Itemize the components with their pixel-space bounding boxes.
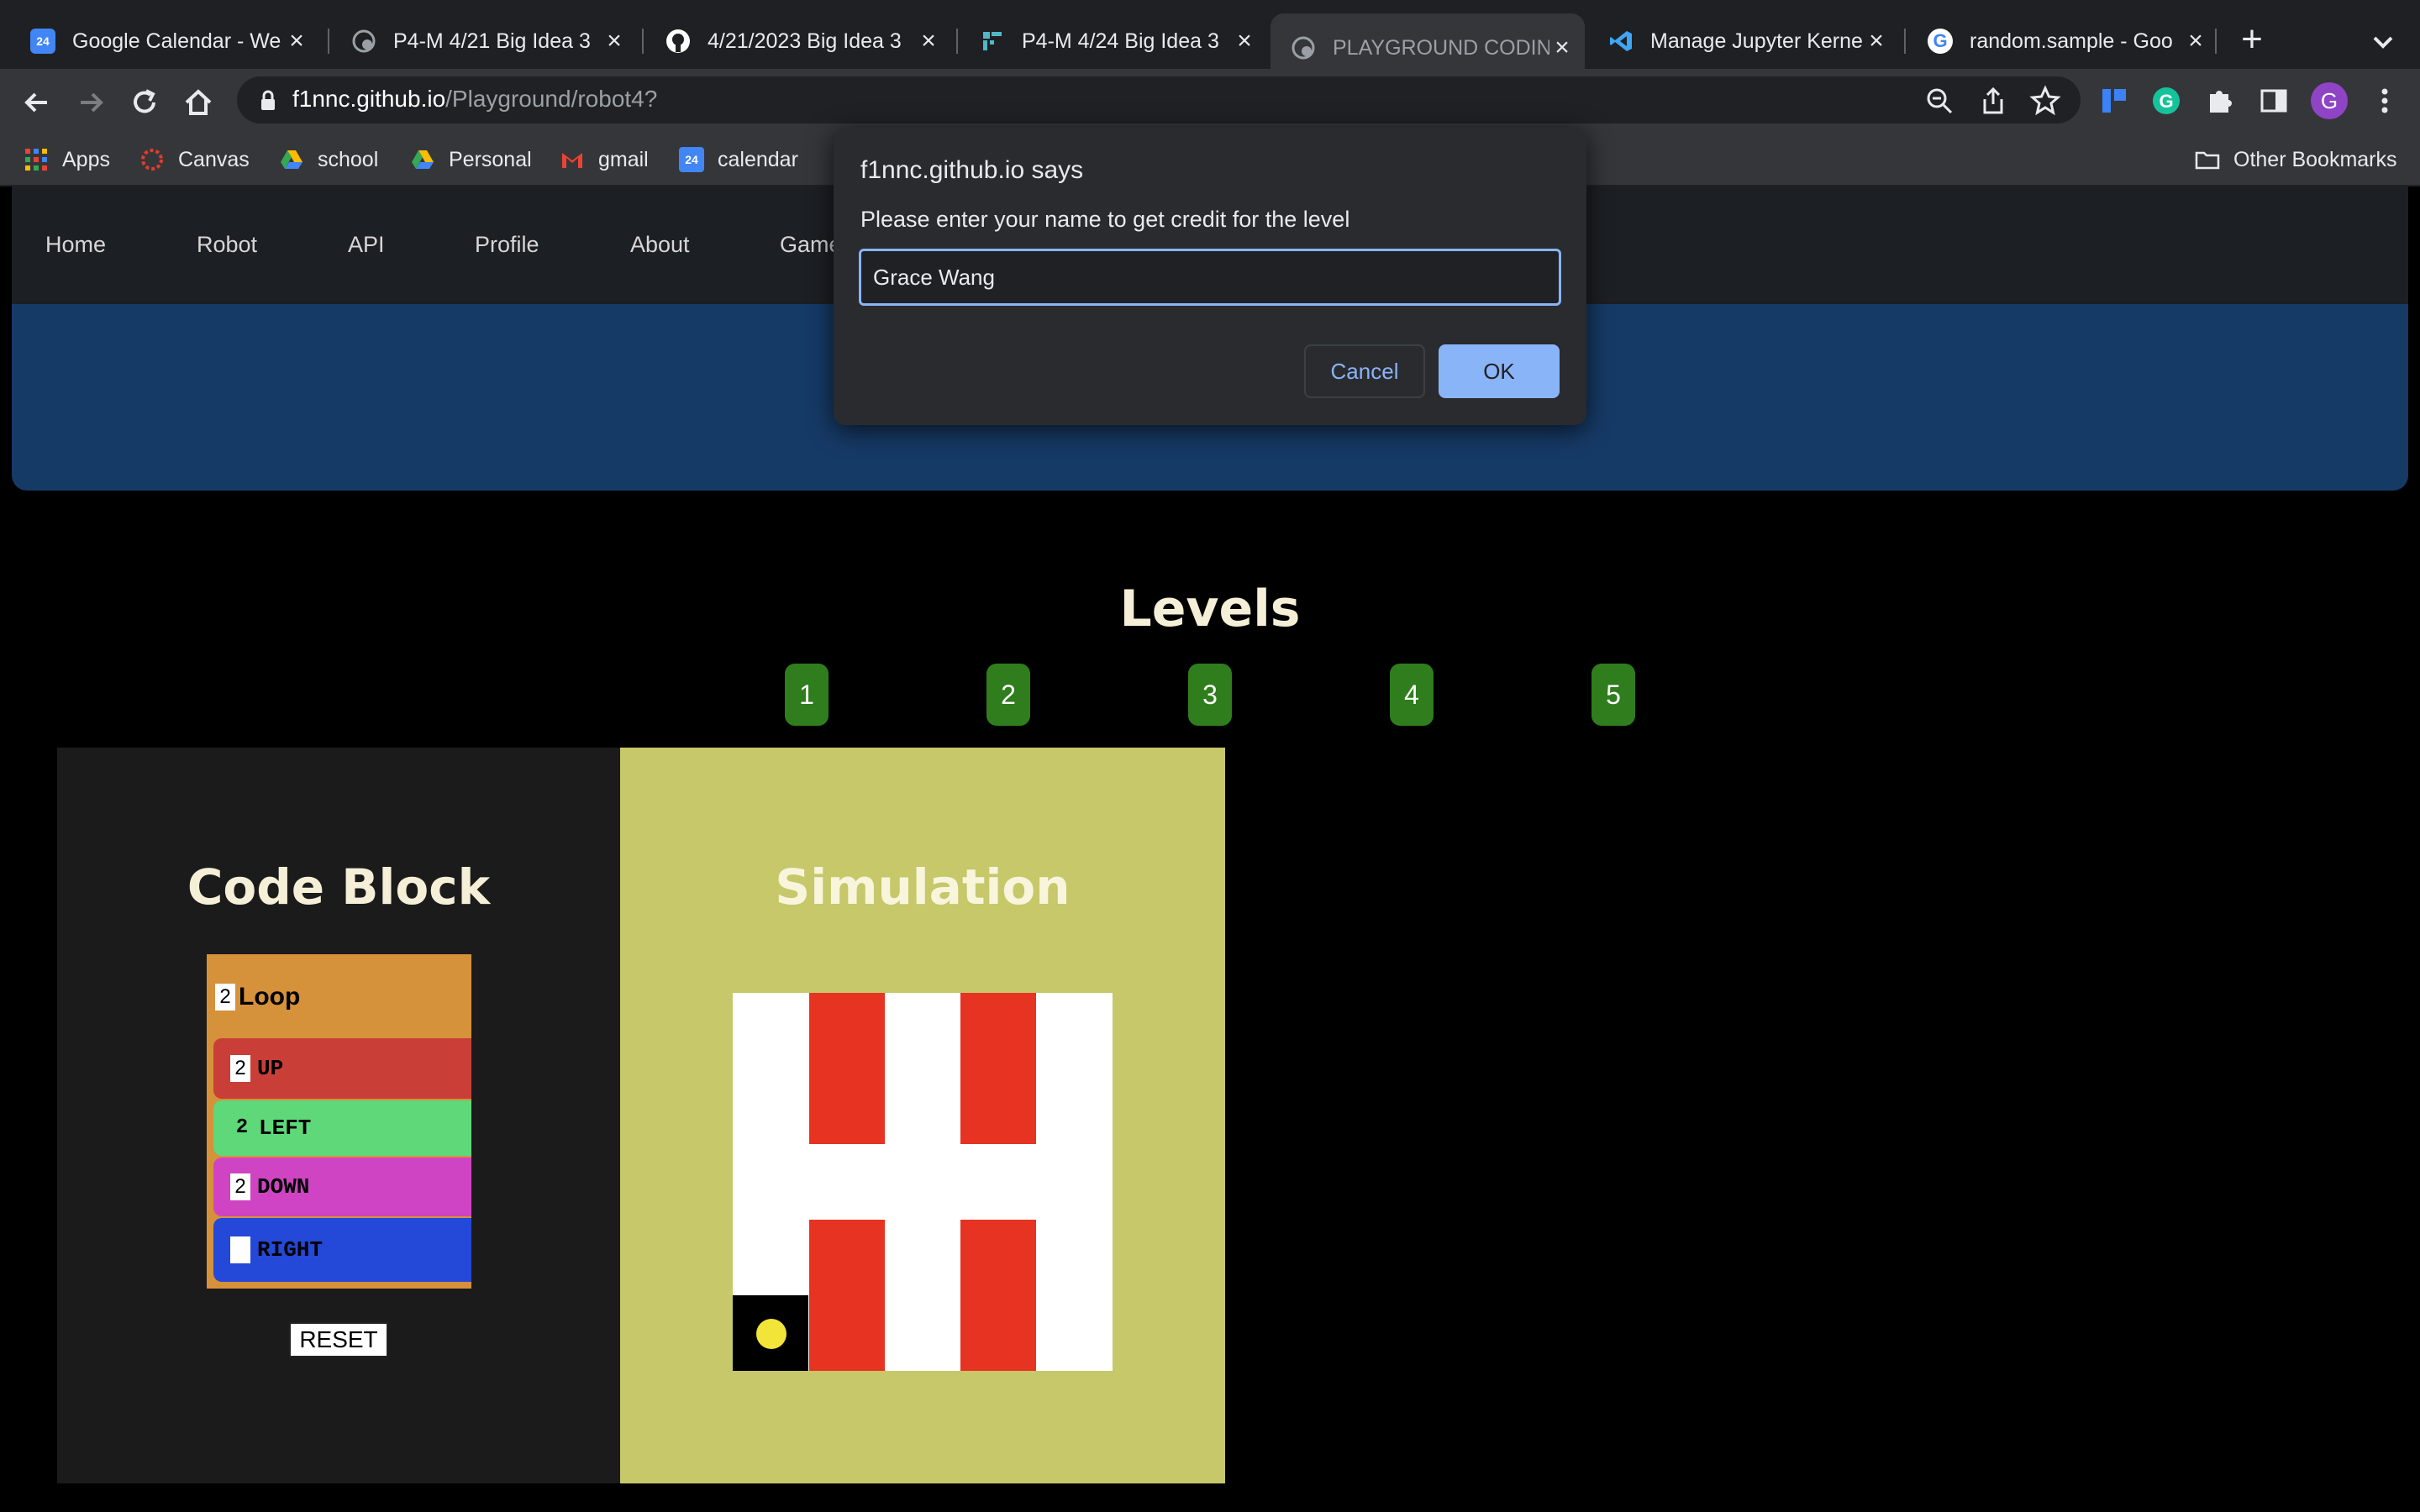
google-calendar-icon: 24 [679, 147, 704, 172]
bookmark-apps[interactable]: Apps [24, 144, 110, 175]
extensions-puzzle-icon[interactable] [2203, 84, 2237, 118]
simulation-title: Simulation [775, 858, 1071, 916]
url-text[interactable]: f1nnc.github.io/Playground/robot4? [292, 86, 657, 113]
new-tab-button[interactable]: + [2235, 18, 2269, 64]
nav-about[interactable]: About [630, 232, 690, 258]
level-4-button[interactable]: 4 [1390, 664, 1434, 726]
reload-icon[interactable] [126, 84, 163, 121]
url-host: f1nnc.github.io [292, 86, 446, 112]
nav-robot[interactable]: Robot [197, 232, 257, 258]
profile-avatar[interactable]: G [2311, 82, 2348, 119]
close-icon[interactable]: × [916, 29, 941, 54]
site-icon [980, 29, 1005, 54]
close-icon[interactable]: × [602, 29, 627, 54]
up-count-input[interactable]: 2 [230, 1055, 250, 1082]
wall-cell [809, 993, 885, 1144]
forward-arrow-icon[interactable] [72, 84, 109, 121]
up-block[interactable]: 2 UP [213, 1038, 471, 1099]
bookmark-personal[interactable]: Personal [410, 144, 532, 175]
loop-header: 2 Loop [215, 983, 300, 1011]
tab-search-chevron-icon[interactable] [2366, 25, 2400, 59]
other-bookmarks[interactable]: Other Bookmarks [2195, 144, 2397, 175]
code-block-title: Code Block [187, 858, 491, 916]
close-icon[interactable]: × [1232, 29, 1257, 54]
tab-random-sample[interactable]: G random.sample - Goo × [1907, 13, 2218, 69]
ok-button[interactable]: OK [1439, 344, 1560, 398]
levels-heading: Levels [1119, 580, 1301, 638]
side-panel-icon[interactable] [2257, 84, 2291, 118]
level-1-button[interactable]: 1 [785, 664, 829, 726]
bookmark-gmail[interactable]: gmail [560, 144, 649, 175]
wall-cell [809, 1220, 885, 1371]
tab-jupyter-kernels[interactable]: Manage Jupyter Kerne × [1588, 13, 1899, 69]
loop-count-input[interactable]: 2 [215, 984, 235, 1011]
gmail-icon [560, 147, 585, 172]
kebab-menu-icon[interactable] [2368, 84, 2402, 118]
globe-icon [1291, 35, 1316, 60]
wall-cell [960, 993, 1036, 1144]
tab-big-idea-4-21[interactable]: P4-M 4/21 Big Idea 3 × [331, 13, 637, 69]
left-block[interactable]: 2 LEFT [213, 1100, 471, 1156]
canvas-icon [139, 147, 165, 172]
tab-separator [642, 29, 644, 54]
close-icon[interactable]: × [1864, 29, 1889, 54]
tab-github[interactable]: 4/21/2023 Big Idea 3 × [645, 13, 951, 69]
folder-icon [2195, 147, 2220, 172]
right-label: RIGHT [257, 1237, 324, 1263]
apps-grid-icon [24, 147, 49, 172]
svg-text:G: G [2159, 91, 2173, 112]
nav-profile[interactable]: Profile [475, 232, 539, 258]
bookmark-star-icon[interactable] [2028, 84, 2062, 118]
up-label: UP [257, 1056, 284, 1081]
close-icon[interactable]: × [284, 29, 309, 54]
tab-big-idea-4-24[interactable]: P4-M 4/24 Big Idea 3 × [960, 13, 1267, 69]
zoom-icon[interactable] [1923, 84, 1956, 118]
wall-cell [960, 1220, 1036, 1371]
dialog-title: f1nnc.github.io says [860, 156, 1084, 184]
google-drive-icon [410, 147, 435, 172]
level-2-button[interactable]: 2 [986, 664, 1030, 726]
nav-home[interactable]: Home [45, 232, 106, 258]
left-count-input[interactable]: 2 [232, 1115, 252, 1142]
bookmark-school[interactable]: school [279, 144, 378, 175]
google-calendar-icon: 24 [30, 29, 55, 54]
tab-google-calendar[interactable]: 24 Google Calendar - We × [10, 13, 319, 69]
loop-label: Loop [239, 983, 301, 1011]
down-block[interactable]: 2 DOWN [213, 1158, 471, 1216]
down-label: DOWN [257, 1174, 310, 1200]
url-path: /Playground/robot4? [445, 86, 658, 112]
lock-icon[interactable] [257, 89, 279, 113]
left-label: LEFT [259, 1116, 312, 1141]
grammarly-extension-icon[interactable]: G [2149, 84, 2183, 118]
right-block[interactable]: RIGHT [213, 1218, 471, 1282]
home-icon[interactable] [180, 84, 217, 121]
google-icon: G [1928, 29, 1953, 54]
back-arrow-icon[interactable] [18, 84, 55, 121]
cancel-button[interactable]: Cancel [1304, 344, 1425, 398]
name-input[interactable] [859, 249, 1561, 306]
close-icon[interactable]: × [2183, 29, 2208, 54]
level-3-button[interactable]: 3 [1188, 664, 1232, 726]
share-icon[interactable] [1976, 84, 2010, 118]
vscode-icon [1608, 29, 1634, 54]
close-icon[interactable]: × [1549, 35, 1575, 60]
nav-api[interactable]: API [348, 232, 385, 258]
level-5-button[interactable]: 5 [1591, 664, 1635, 726]
bookmark-canvas[interactable]: Canvas [139, 144, 250, 175]
trello-extension-icon[interactable] [2097, 84, 2131, 118]
tab-separator [1904, 29, 1906, 54]
dialog-message: Please enter your name to get credit for… [860, 207, 1350, 232]
tab-separator [2215, 29, 2217, 54]
tab-separator [328, 29, 329, 54]
reset-button[interactable]: RESET [289, 1322, 388, 1357]
bookmark-calendar[interactable]: 24 calendar [679, 144, 798, 175]
tab-separator [956, 29, 958, 54]
globe-icon [351, 29, 376, 54]
down-count-input[interactable]: 2 [230, 1173, 250, 1200]
google-drive-icon [279, 147, 304, 172]
robot [756, 1319, 786, 1349]
github-icon [666, 29, 691, 54]
right-count-input[interactable] [230, 1236, 250, 1263]
